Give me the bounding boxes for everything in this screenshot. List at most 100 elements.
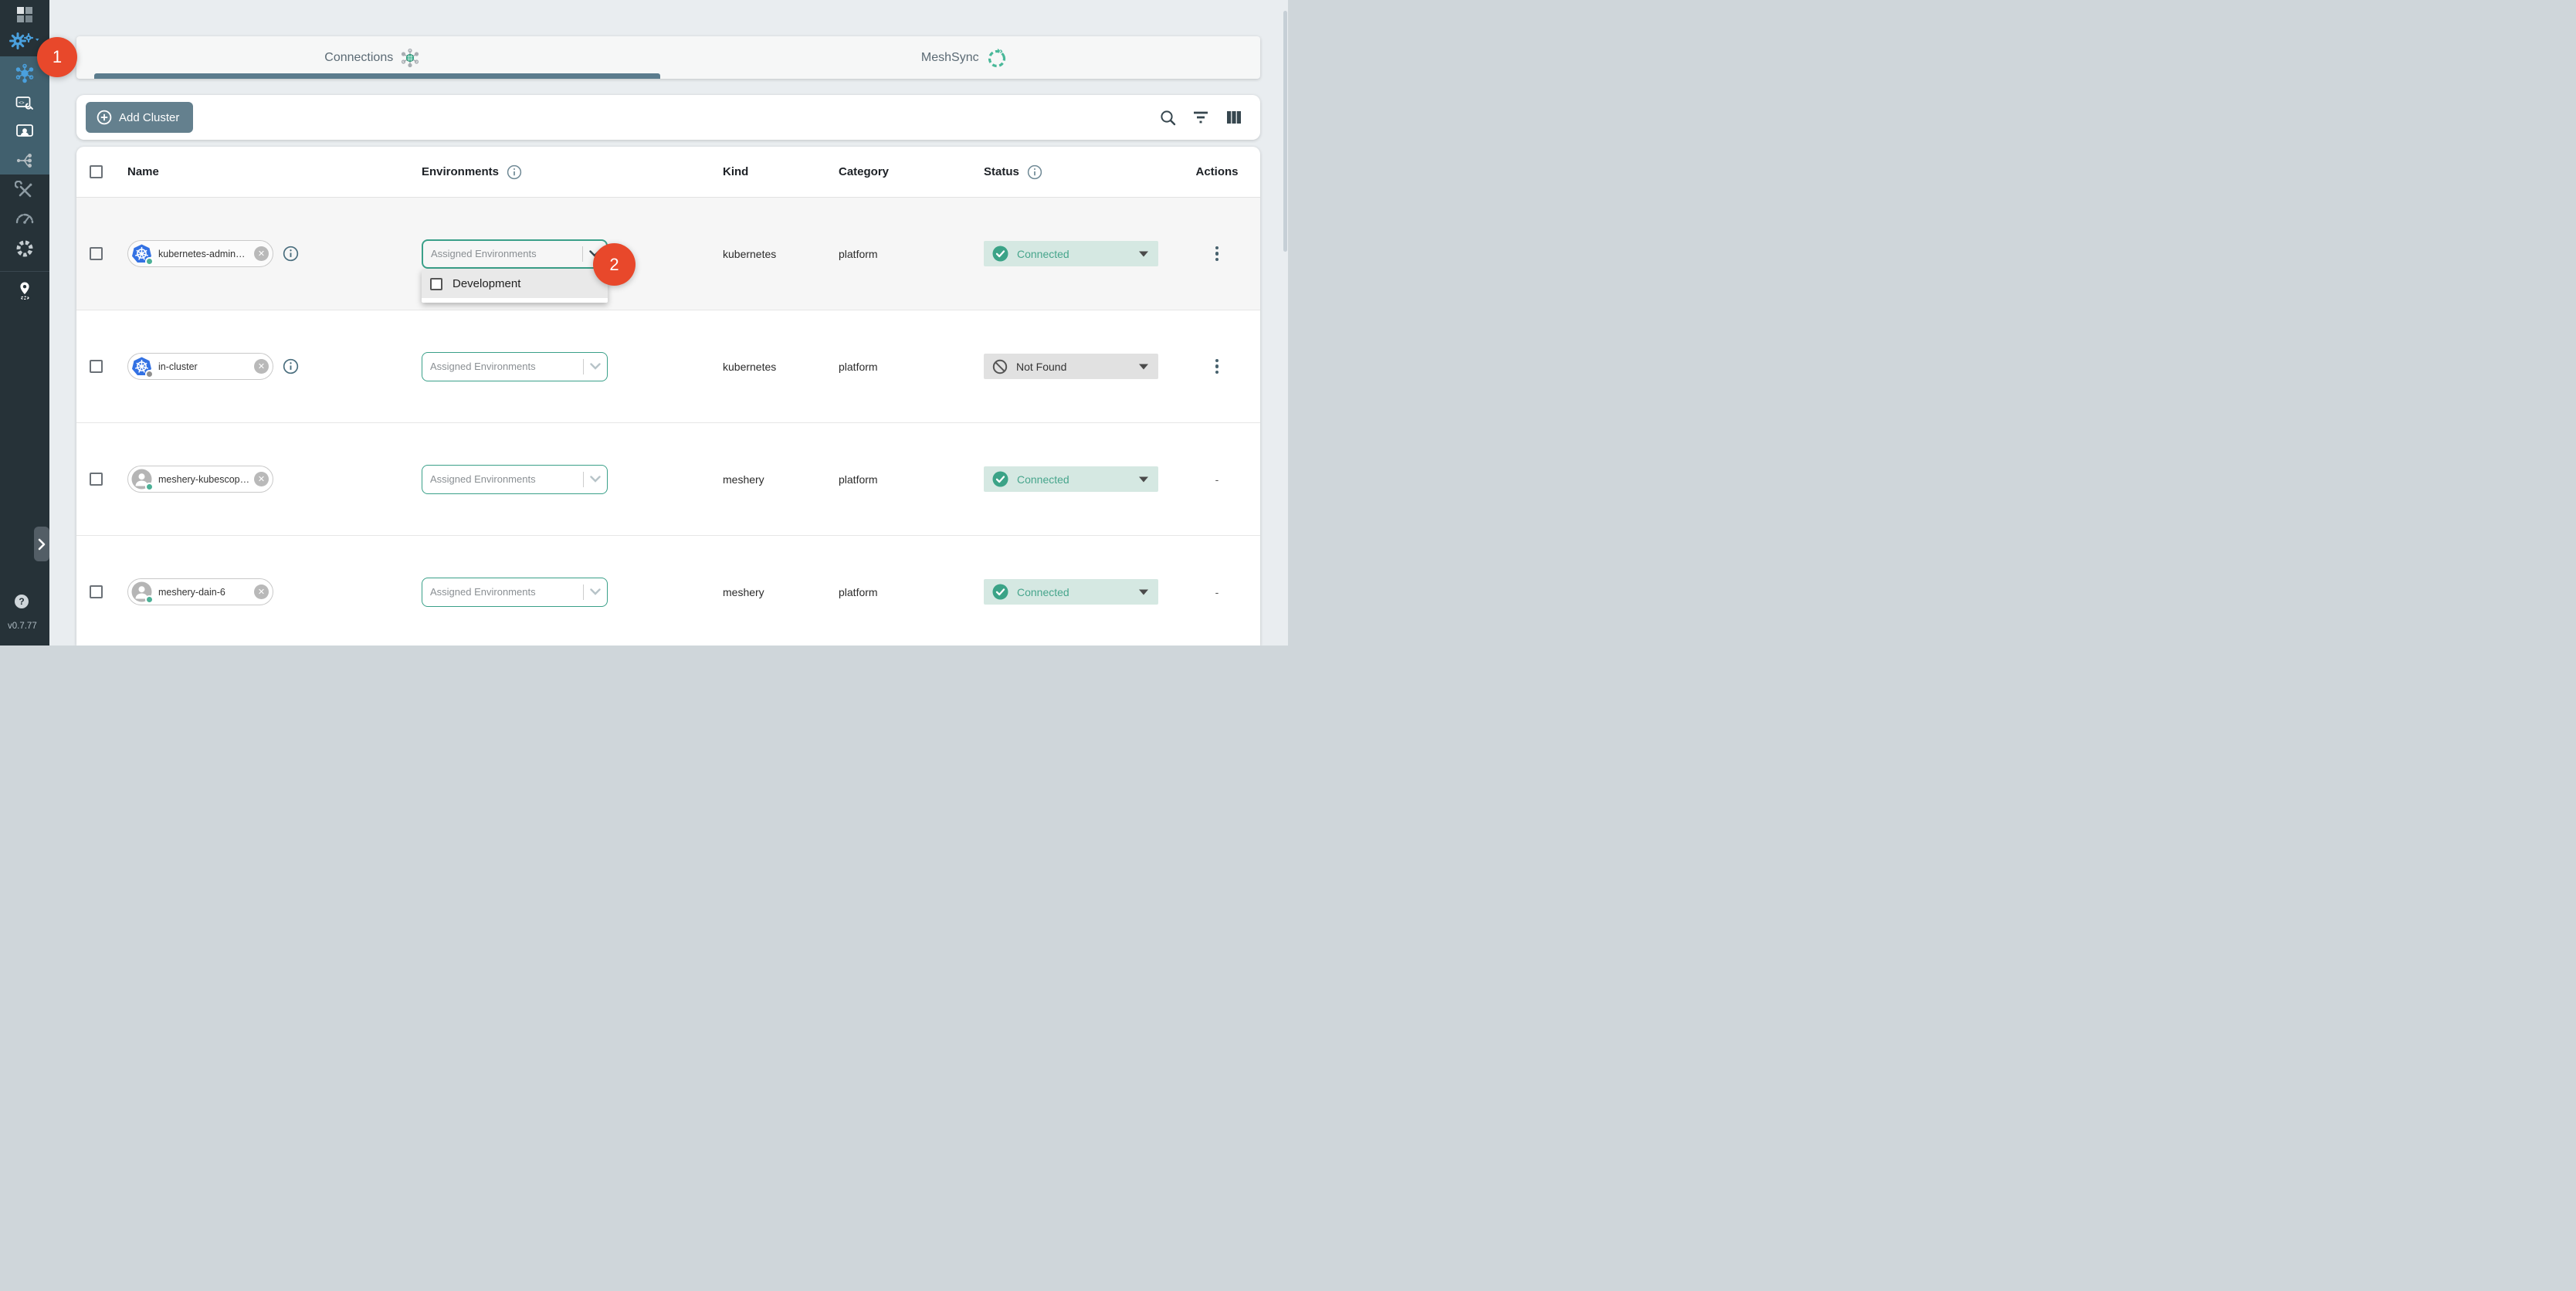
tab-connections-label: Connections bbox=[324, 51, 393, 65]
chevron-down-icon[interactable] bbox=[584, 588, 607, 595]
main-content: Connections MeshSync bbox=[49, 0, 1288, 646]
status-badge[interactable]: Connected bbox=[984, 241, 1158, 266]
row-checkbox[interactable] bbox=[90, 473, 103, 486]
status-badge[interactable]: Not Found bbox=[984, 354, 1158, 379]
sidebar: <> bbox=[0, 0, 49, 646]
configuration-tools-icon[interactable] bbox=[0, 180, 49, 202]
header-environments: Environments bbox=[422, 165, 499, 178]
category-cell: platform bbox=[839, 586, 878, 598]
scrollbar-thumb[interactable] bbox=[1283, 11, 1287, 252]
check-circle-icon bbox=[992, 471, 1008, 487]
category-cell: platform bbox=[839, 473, 878, 486]
help-button[interactable]: ? bbox=[15, 595, 29, 608]
dropdown-option-development[interactable]: Development bbox=[422, 269, 608, 298]
table-header-row: Name Environments Kind Category Status A… bbox=[76, 147, 1260, 198]
meshery-avatar-icon bbox=[131, 581, 152, 602]
tab-meshsync[interactable]: MeshSync bbox=[669, 36, 1261, 79]
kanvas-pin-icon[interactable] bbox=[0, 280, 49, 302]
remove-connection-icon[interactable]: ✕ bbox=[254, 585, 269, 599]
sidebar-expand-button[interactable] bbox=[34, 527, 49, 561]
tab-connections[interactable]: Connections bbox=[76, 36, 669, 79]
plus-circle-icon bbox=[97, 110, 112, 125]
active-tab-indicator bbox=[94, 73, 660, 79]
connection-info-icon[interactable] bbox=[283, 246, 299, 262]
remove-connection-icon[interactable]: ✕ bbox=[254, 359, 269, 374]
category-cell: platform bbox=[839, 248, 878, 260]
caret-down-icon bbox=[1139, 589, 1148, 595]
sidebar-divider bbox=[0, 271, 49, 272]
row-actions-menu-icon[interactable] bbox=[1212, 356, 1222, 378]
connection-info-icon[interactable] bbox=[283, 358, 299, 374]
connection-chip[interactable]: in-cluster ✕ bbox=[127, 353, 273, 380]
row-checkbox[interactable] bbox=[90, 360, 103, 373]
environments-input[interactable] bbox=[423, 248, 582, 259]
environments-select[interactable] bbox=[422, 578, 608, 607]
status-badge[interactable]: Connected bbox=[984, 466, 1158, 492]
environments-select[interactable] bbox=[422, 352, 608, 381]
header-actions: Actions bbox=[1195, 165, 1238, 178]
environments-input[interactable] bbox=[422, 361, 583, 372]
remote-session-icon[interactable] bbox=[0, 120, 49, 142]
actions-empty: - bbox=[1215, 473, 1219, 486]
svg-text:<>: <> bbox=[19, 100, 25, 106]
kind-cell: kubernetes bbox=[723, 361, 776, 373]
status-badge[interactable]: Connected bbox=[984, 579, 1158, 605]
search-icon[interactable] bbox=[1158, 108, 1177, 127]
header-kind: Kind bbox=[723, 165, 748, 178]
status-label: Connected bbox=[1017, 586, 1069, 598]
kind-cell: meshery bbox=[723, 473, 764, 486]
table-row: in-cluster ✕ kubernetes platform bbox=[76, 310, 1260, 423]
add-cluster-button[interactable]: Add Cluster bbox=[86, 102, 193, 133]
header-category: Category bbox=[839, 165, 889, 178]
row-actions-menu-icon[interactable] bbox=[1212, 243, 1222, 265]
environments-select[interactable] bbox=[422, 465, 608, 494]
environments-input[interactable] bbox=[422, 586, 583, 598]
environments-select[interactable] bbox=[422, 239, 608, 269]
table-row: kubernetes-admin… ✕ bbox=[76, 198, 1260, 310]
connection-name: meshery-kubescop… bbox=[158, 474, 254, 485]
connection-status-dot bbox=[145, 257, 154, 266]
dashboard-icon[interactable] bbox=[0, 4, 49, 25]
row-checkbox[interactable] bbox=[90, 585, 103, 598]
kubernetes-logo-icon bbox=[131, 356, 152, 377]
status-info-icon[interactable] bbox=[1027, 164, 1042, 180]
connections-table: Name Environments Kind Category Status A… bbox=[76, 147, 1260, 646]
view-columns-icon[interactable] bbox=[1225, 108, 1243, 127]
tab-bar: Connections MeshSync bbox=[76, 36, 1260, 79]
connection-chip[interactable]: meshery-dain-6 ✕ bbox=[127, 578, 273, 605]
actions-empty: - bbox=[1215, 586, 1219, 598]
filter-icon[interactable] bbox=[1191, 108, 1210, 127]
connection-name: in-cluster bbox=[158, 361, 254, 372]
environments-input[interactable] bbox=[422, 473, 583, 485]
kubernetes-logo-icon bbox=[131, 243, 152, 264]
connection-chip[interactable]: meshery-kubescop… ✕ bbox=[127, 466, 273, 493]
check-circle-icon bbox=[992, 246, 1008, 262]
annotation-badge-2: 2 bbox=[593, 243, 636, 286]
kind-cell: meshery bbox=[723, 586, 764, 598]
environments-info-icon[interactable] bbox=[507, 164, 522, 180]
connection-chip[interactable]: kubernetes-admin… ✕ bbox=[127, 240, 273, 267]
not-found-icon bbox=[992, 359, 1008, 374]
table-toolbar: Add Cluster bbox=[76, 95, 1260, 140]
option-checkbox[interactable] bbox=[430, 278, 442, 290]
remove-connection-icon[interactable]: ✕ bbox=[254, 246, 269, 261]
connection-status-dot bbox=[145, 483, 154, 491]
remove-connection-icon[interactable]: ✕ bbox=[254, 472, 269, 486]
row-checkbox[interactable] bbox=[90, 247, 103, 260]
select-all-checkbox[interactable] bbox=[90, 165, 103, 178]
adapters-icon[interactable]: <> bbox=[0, 92, 49, 114]
caret-down-icon bbox=[1139, 251, 1148, 257]
add-cluster-label: Add Cluster bbox=[119, 111, 179, 124]
connection-name: meshery-dain-6 bbox=[158, 587, 254, 598]
extensions-donut-icon[interactable] bbox=[0, 238, 49, 259]
connection-status-dot bbox=[145, 595, 154, 604]
header-name: Name bbox=[127, 165, 159, 178]
service-mesh-tree-icon[interactable] bbox=[0, 150, 49, 171]
table-row: meshery-dain-6 ✕ meshery platform bbox=[76, 536, 1260, 646]
chevron-down-icon[interactable] bbox=[584, 476, 607, 483]
tab-meshsync-label: MeshSync bbox=[921, 51, 979, 65]
chevron-down-icon[interactable] bbox=[584, 363, 607, 370]
meshery-app: <> bbox=[0, 0, 1288, 646]
caret-down-icon bbox=[1139, 364, 1148, 370]
performance-gauge-icon[interactable] bbox=[0, 207, 49, 229]
